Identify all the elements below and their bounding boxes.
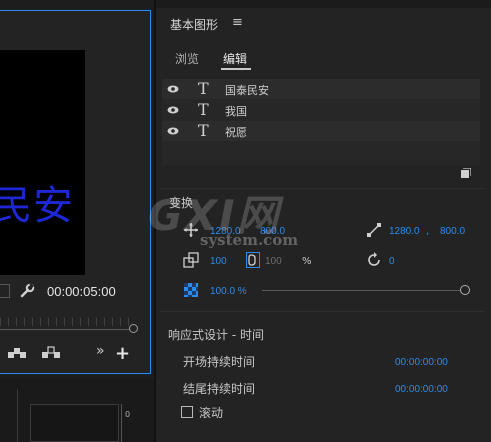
layer-row[interactable]: T 国泰民安: [162, 79, 480, 99]
new-layer-icon[interactable]: [461, 168, 471, 178]
duration-timecode: 00:00:05:00: [47, 284, 116, 299]
anchor-point-icon: [367, 223, 381, 237]
scale-unit: %: [302, 256, 312, 267]
roll-checkbox[interactable]: [181, 406, 193, 418]
audio-meter: [30, 404, 119, 442]
scale-icon: [183, 252, 199, 268]
add-button-icon[interactable]: +: [115, 345, 130, 363]
eye-icon[interactable]: [167, 85, 179, 93]
opacity-value[interactable]: 100.0 %: [210, 286, 247, 297]
text-layer-icon: T: [198, 79, 209, 98]
overwrite-icon[interactable]: [41, 346, 61, 360]
panel-divider: [17, 389, 18, 442]
tab-edit[interactable]: 编辑: [223, 50, 247, 67]
anchor-x-value[interactable]: 1280.0: [389, 226, 420, 237]
video-preview[interactable]: 民安: [0, 50, 85, 275]
zoom-dropdown[interactable]: [0, 284, 10, 298]
layer-list: T 国泰民安 T 我国 T 祝愿: [162, 79, 480, 165]
outro-duration-label: 结尾持续时间: [183, 382, 256, 396]
roll-label: 滚动: [199, 406, 224, 420]
text-layer-icon: T: [198, 100, 209, 119]
scale-value[interactable]: 100: [210, 256, 227, 267]
wrench-icon[interactable]: [19, 283, 35, 299]
text-layer-icon: T: [198, 121, 209, 140]
watermark-url: system.com: [200, 231, 299, 249]
layer-name: 祝愿: [225, 126, 247, 139]
playhead-track[interactable]: [0, 329, 133, 330]
eye-icon[interactable]: [167, 127, 179, 135]
panel-title[interactable]: 基本图形: [170, 16, 218, 33]
eye-icon[interactable]: [167, 106, 179, 114]
anchor-y-value[interactable]: 800.0: [440, 226, 465, 237]
time-ruler[interactable]: [0, 318, 130, 326]
video-title-text: 民安: [0, 183, 74, 229]
layer-row[interactable]: T 祝愿: [162, 121, 480, 141]
opacity-slider-track[interactable]: [262, 290, 462, 291]
hamburger-icon[interactable]: ≡: [232, 15, 243, 30]
outro-duration-value[interactable]: 00:00:00:00: [395, 384, 448, 395]
more-buttons-icon[interactable]: »: [96, 343, 105, 359]
layer-name: 国泰民安: [225, 84, 269, 97]
intro-duration-label: 开场持续时间: [183, 355, 256, 369]
lock-scale-icon[interactable]: [246, 252, 260, 268]
opacity-icon: [184, 283, 198, 297]
playhead-handle[interactable]: [129, 324, 138, 333]
scale-height-value: 100: [265, 256, 282, 267]
insert-icon[interactable]: [7, 346, 27, 360]
opacity-slider-handle[interactable]: [460, 285, 470, 295]
panel-top-strip: [156, 0, 491, 8]
tab-browse[interactable]: 浏览: [175, 50, 199, 67]
meter-zero-label: 0: [125, 410, 131, 419]
responsive-design-label: 响应式设计 - 时间: [168, 328, 264, 342]
rotation-value[interactable]: 0: [389, 256, 395, 267]
intro-duration-value[interactable]: 00:00:00:00: [395, 357, 448, 368]
layer-name: 我国: [225, 105, 247, 118]
layer-row[interactable]: T 我国: [162, 100, 480, 120]
active-tab-indicator: [221, 68, 251, 70]
rotation-icon: [368, 252, 380, 266]
anchor-separator: ,: [426, 226, 430, 237]
meter-scale: [121, 404, 122, 442]
section-divider: [160, 311, 485, 312]
